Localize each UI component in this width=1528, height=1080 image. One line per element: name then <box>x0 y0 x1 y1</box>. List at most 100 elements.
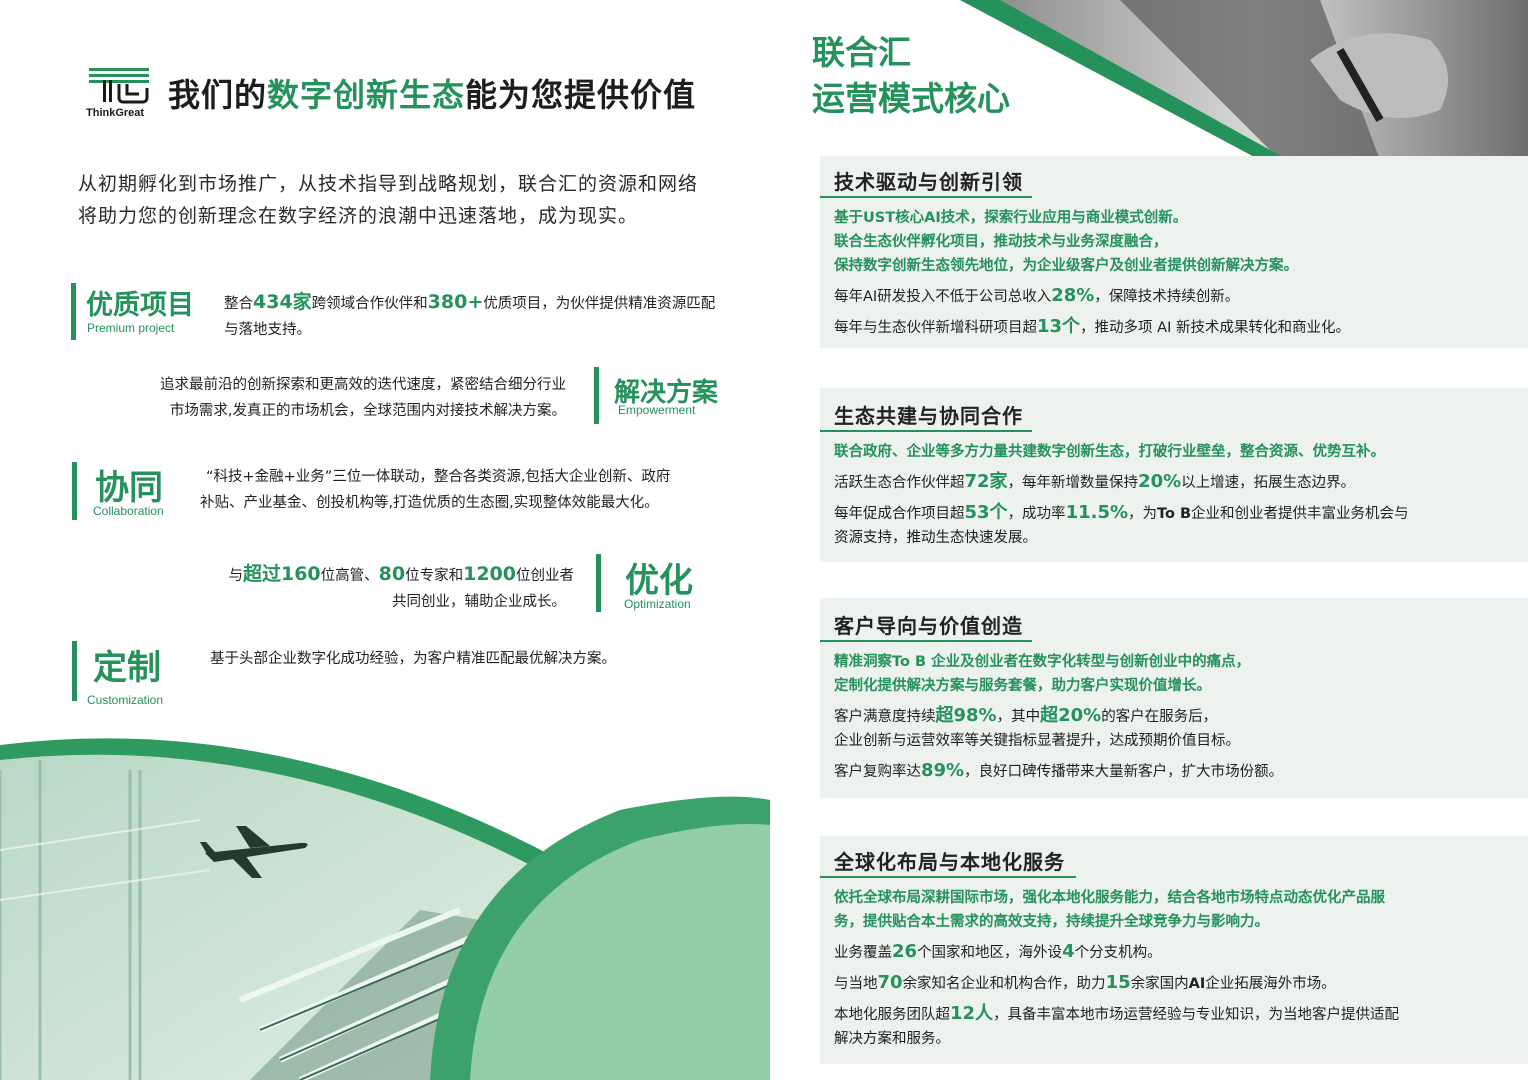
text: 与当地 <box>834 976 878 992</box>
text-line: 资源支持，推动生态快速发展。 <box>834 530 1037 546</box>
text: ，其中 <box>996 709 1041 725</box>
card-body: 基于UST核心AI技术，探索行业应用与商业模式创新。 联合生态伙伴孵化项目，推动… <box>834 206 1488 340</box>
card-title: 生态共建与协同合作 <box>834 404 1023 428</box>
text: 以上增速，拓展生态边界。 <box>1181 475 1356 491</box>
highlight-line: 联合生态伙伴孵化项目，推动技术与业务深度融合， <box>834 234 1168 250</box>
text: 位创业者 <box>516 568 574 584</box>
highlight-line: 依托全球布局深耕国际市场，强化本地化服务能力，结合各地市场特点动态优化产品服 <box>834 890 1385 906</box>
stat-number: 1200 <box>463 563 516 585</box>
headline-part: 我们的 <box>168 76 268 114</box>
card-underline <box>820 430 1032 432</box>
feature-title-premium: 优质项目 <box>86 290 194 321</box>
text: 客户复购率达 <box>834 764 921 780</box>
card-underline <box>820 876 1076 878</box>
feature-desc-custom: 基于头部企业数字化成功经验，为客户精准匹配最优解决方案。 <box>210 651 616 667</box>
text-line: 企业创新与运营效率等关键指标显著提升，达成预期价值目标。 <box>834 733 1240 749</box>
card-global: 全球化布局与本地化服务 依托全球布局深耕国际市场，强化本地化服务能力，结合各地市… <box>820 836 1528 1064</box>
text: ，成功率 <box>1007 506 1066 522</box>
feature-subtitle-custom: Customization <box>87 693 164 707</box>
card-body: 依托全球布局深耕国际市场，强化本地化服务能力，结合各地市场特点动态优化产品服 务… <box>834 886 1488 1051</box>
feature-desc-optimize: 与超过160位高管、80位专家和1200位创业者 共同创业，辅助企业成长。 <box>160 561 574 615</box>
text: 个分支机构。 <box>1074 945 1162 961</box>
text: 每年AI研发投入不低于公司总收入 <box>834 289 1052 305</box>
feature-bar <box>72 641 77 701</box>
feature-subtitle-premium: Premium project <box>87 321 175 335</box>
stat-line: 与当地70余家知名企业和机构合作，助力15余家国内AI企业拓展海外市场。 <box>834 971 1488 996</box>
stat-number: 28% <box>1051 285 1095 306</box>
card-tech: 技术驱动与创新引领 基于UST核心AI技术，探索行业应用与商业模式创新。 联合生… <box>820 156 1528 348</box>
text-bold: To B <box>1157 506 1192 522</box>
card-body: 精准洞察To B 企业及创业者在数字化转型与创新创业中的痛点， 定制化提供解决方… <box>834 650 1488 784</box>
stat-line: 业务覆盖26个国家和地区，海外设4个分支机构。 <box>834 940 1488 965</box>
stat-line: 客户复购率达89%，良好口碑传播带来大量新客户，扩大市场份额。 <box>834 759 1488 784</box>
intro-paragraph: 从初期孵化到市场推广，从技术指导到战略规划，联合汇的资源和网络 将助力您的创新理… <box>78 168 758 232</box>
text: ，推动多项 AI 新技术成果转化和商业化。 <box>1080 320 1350 336</box>
card-body: 联合政府、企业等多方力量共建数字创新生态，打破行业壁垒，整合资源、优势互补。 活… <box>834 440 1488 550</box>
card-title: 客户导向与价值创造 <box>834 614 1023 638</box>
text-line: 共同创业，辅助企业成长。 <box>392 594 566 610</box>
text: ，具备丰富本地市场运营经验与专业知识，为当地客户提供适配 <box>993 1007 1400 1023</box>
text: 企业和创业者提供丰富业务机会与 <box>1191 506 1409 522</box>
stat-number: 53个 <box>964 502 1008 523</box>
text: 每年促成合作项目超 <box>834 506 965 522</box>
highlight-line: 联合政府、企业等多方力量共建数字创新生态，打破行业壁垒，整合资源、优势互补。 <box>834 444 1385 460</box>
text-line: 与超过160位高管、80位专家和1200位创业者 <box>160 561 574 589</box>
feature-title-custom: 定制 <box>93 648 161 688</box>
text-line: 解决方案和服务。 <box>834 1031 950 1047</box>
stat-number: 89% <box>921 760 965 781</box>
stat-number: 13个 <box>1037 316 1081 337</box>
feature-desc-solution: 追求最前沿的创新探索和更高效的迭代速度，紧密结合细分行业 市场需求,发真正的市场… <box>100 372 566 424</box>
highlight-line: 定制化提供解决方案与服务套餐，助力客户实现价值增长。 <box>834 678 1211 694</box>
text-bold: AI <box>1188 976 1206 992</box>
stat-number: 80 <box>378 563 406 585</box>
text: 业务覆盖 <box>834 945 892 961</box>
stat-line: 每年促成合作项目超53个，成功率11.5%，为To B企业和创业者提供丰富业务机… <box>834 501 1488 526</box>
feature-bar <box>72 462 77 520</box>
intro-line: 将助力您的创新理念在数字经济的浪潮中迅速落地，成为现实。 <box>78 205 639 227</box>
card-underline <box>820 196 1032 198</box>
title-line: 联合汇 <box>812 33 911 72</box>
stat-line: 活跃生态合作伙伴超72家，每年新增数量保持20%以上增速，拓展生态边界。 <box>834 470 1488 495</box>
highlight-line: 务，提供贴合本土需求的高效支持，持续提升全球竞争力与影响力。 <box>834 914 1269 930</box>
feature-subtitle-optimize: Optimization <box>624 597 691 611</box>
stat-line: 客户满意度持续超98%，其中超20%的客户在服务后， <box>834 704 1488 729</box>
feature-title-collab: 协同 <box>95 468 163 508</box>
stat-number: 超过160 <box>242 563 321 585</box>
stat-number: 72家 <box>964 471 1008 492</box>
feature-bar <box>594 367 599 424</box>
text: 整合 <box>224 296 253 312</box>
stat-number: 434家 <box>253 291 312 313</box>
feature-desc-premium: 整合434家跨领域合作伙伴和380+优质项目，为伙伴提供精准资源匹配与落地支持。 <box>224 289 724 343</box>
card-underline <box>820 640 1032 642</box>
stat-number: 超20% <box>1040 705 1102 726</box>
text: 本地化服务团队超 <box>834 1007 950 1023</box>
text: 与 <box>228 568 243 584</box>
card-title: 全球化布局与本地化服务 <box>834 850 1065 874</box>
text: ，每年新增数量保持 <box>1007 475 1139 491</box>
stat-line: 本地化服务团队超12人，具备丰富本地市场运营经验与专业知识，为当地客户提供适配 <box>834 1002 1488 1027</box>
stat-number: 380+ <box>427 291 484 313</box>
stat-number: 15 <box>1105 972 1131 993</box>
title-line: 运营模式核心 <box>812 79 1010 118</box>
text: ，为 <box>1128 506 1158 522</box>
text: 位专家和 <box>405 568 464 584</box>
card-ecosystem: 生态共建与协同合作 联合政府、企业等多方力量共建数字创新生态，打破行业壁垒，整合… <box>820 388 1528 562</box>
text: 余家国内 <box>1130 976 1189 992</box>
headline-highlight: 数字创新生态 <box>267 76 466 114</box>
stat-number: 超98% <box>935 705 997 726</box>
text: 跨领域合作伙伴和 <box>311 296 428 312</box>
page-headline: 我们的数字创新生态能为您提供价值 <box>168 70 696 116</box>
text-line: 追求最前沿的创新探索和更高效的迭代速度，紧密结合细分行业 <box>160 377 566 393</box>
text: 活跃生态合作伙伴超 <box>834 475 965 491</box>
feature-subtitle-solution: Empowerment <box>618 403 696 417</box>
logo-mark-icon <box>89 68 149 104</box>
text-line: 补贴、产业基金、创投机构等,打造优质的生态圈,实现整体效能最大化。 <box>200 495 659 511</box>
text: 余家知名企业和机构合作，助力 <box>902 976 1106 992</box>
right-title: 联合汇 运营模式核心 <box>812 30 1010 122</box>
text: 个国家和地区，海外设 <box>917 945 1063 961</box>
stat-line: 每年与生态伙伴新增科研项目超13个，推动多项 AI 新技术成果转化和商业化。 <box>834 315 1488 340</box>
text: 位高管、 <box>320 568 379 584</box>
stat-line: 每年AI研发投入不低于公司总收入28%，保障技术持续创新。 <box>834 284 1488 309</box>
text: 客户满意度持续 <box>834 709 936 725</box>
handshake-photo <box>960 0 1528 160</box>
